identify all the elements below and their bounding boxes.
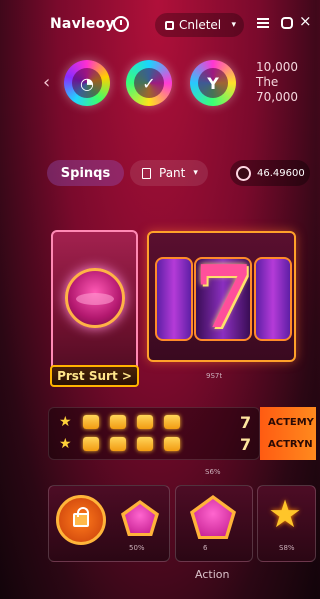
- square-icon: [165, 20, 174, 30]
- gem-icon: [136, 437, 153, 451]
- gem-icon: [82, 437, 99, 451]
- star-icon: ★: [59, 414, 72, 430]
- tile-caption: 50%: [129, 544, 145, 552]
- close-icon[interactable]: ×: [299, 14, 312, 29]
- document-icon: [142, 167, 151, 179]
- tab-spins[interactable]: Spinqs: [47, 160, 124, 186]
- gem-icon: [136, 415, 153, 429]
- pentagon-gem-icon: [190, 495, 236, 539]
- paytable-row: ★: [59, 436, 180, 452]
- bonus-orb-icon: [65, 268, 125, 328]
- home-icon[interactable]: [281, 17, 293, 29]
- start-button[interactable]: Prst Surt >: [50, 365, 139, 387]
- slot-machine[interactable]: 7: [147, 231, 296, 362]
- paytable-value: 7: [240, 435, 252, 454]
- paytable-value: 7: [240, 413, 252, 432]
- tab-pant[interactable]: Pant ▾: [130, 160, 208, 186]
- tile-caption: S8%: [279, 544, 295, 552]
- game-orb-1[interactable]: ◔: [64, 60, 110, 106]
- star-icon: ★: [59, 436, 72, 452]
- tile-gem[interactable]: 6: [175, 485, 253, 562]
- game-orb-2[interactable]: ✓: [126, 60, 172, 106]
- star-icon: ★: [268, 492, 303, 536]
- coin-icon: [236, 165, 251, 181]
- chevron-left-icon[interactable]: ‹: [43, 72, 50, 93]
- reel-left: [155, 257, 193, 341]
- reel-right: [254, 257, 292, 341]
- gem-icon: [109, 437, 126, 451]
- jackpot-value: The: [256, 75, 279, 89]
- menu-icon[interactable]: [257, 18, 269, 28]
- gem-icon: [109, 415, 126, 429]
- gem-icon: [163, 437, 180, 451]
- game-orb-3[interactable]: Y: [190, 60, 236, 106]
- lock-icon: [73, 507, 89, 527]
- action-panel[interactable]: ACTEMY ACTRYN: [260, 407, 316, 460]
- tab-spins-label: Spinqs: [60, 165, 111, 181]
- clock-icon[interactable]: [113, 16, 129, 32]
- orb-symbol: ✓: [134, 68, 164, 98]
- tile-lock[interactable]: 50%: [48, 485, 170, 562]
- reel-symbol: 7: [194, 247, 254, 348]
- paytable: ★ ★ 7 7: [48, 407, 260, 460]
- bonus-card[interactable]: [51, 230, 138, 386]
- action-label-1[interactable]: ACTEMY: [268, 417, 314, 428]
- chevron-down-icon: ▾: [193, 168, 198, 178]
- orb-symbol: ◔: [72, 68, 102, 98]
- pentagon-gem-icon: [121, 500, 159, 536]
- balance-value: 46.49600: [257, 167, 305, 179]
- chevron-down-icon: ▾: [231, 20, 236, 30]
- action-label-2[interactable]: ACTRYN: [268, 439, 313, 450]
- category-select-label: Cnletel: [179, 18, 222, 32]
- gem-icon: [82, 415, 99, 429]
- category-select[interactable]: Cnletel ▾: [155, 13, 244, 37]
- paytable-row: ★: [59, 414, 180, 430]
- app-title: Navleoy: [50, 16, 115, 32]
- jackpot-value: 10,000: [256, 60, 298, 74]
- slot-caption: 9S7t: [206, 372, 223, 380]
- top-bar: Navleoy Cnletel ▾ ×: [0, 0, 316, 52]
- gem-icon: [163, 415, 180, 429]
- tile-star[interactable]: ★ S8%: [257, 485, 316, 562]
- orb-symbol: Y: [198, 68, 228, 98]
- paytable-caption: S6%: [205, 468, 221, 476]
- jackpot-value: 70,000: [256, 90, 298, 104]
- balance-badge: 46.49600: [230, 160, 310, 186]
- lock-coin-icon: [56, 495, 106, 545]
- tile-caption: 6: [203, 544, 208, 552]
- jackpot-values: 10,000 The 70,000: [256, 60, 298, 105]
- action-label[interactable]: Action: [195, 568, 229, 581]
- tab-pant-label: Pant: [159, 166, 186, 180]
